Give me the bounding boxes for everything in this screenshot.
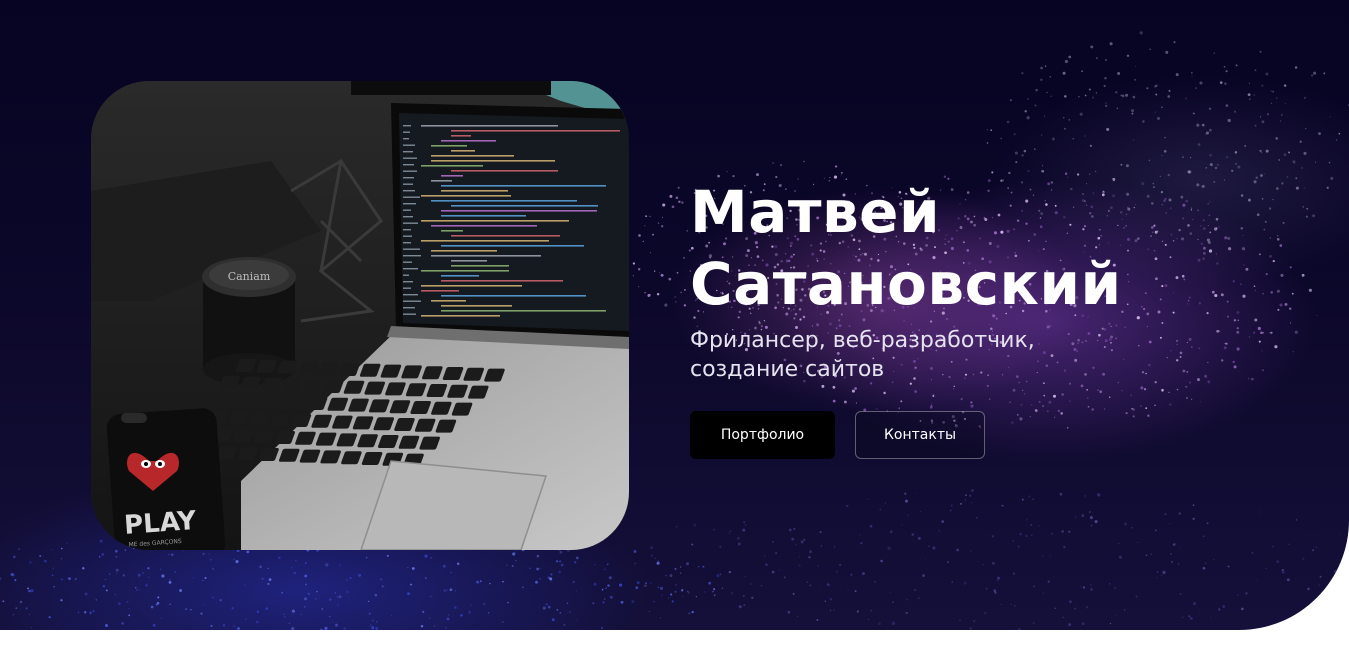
- name-line-last: Сатановский: [690, 250, 1122, 318]
- name-line-first: Матвей: [690, 178, 941, 246]
- hero-text: Матвей Сатановский Фрилансер, веб-разраб…: [690, 176, 1290, 384]
- hero-buttons: Портфолио Контакты: [690, 411, 985, 459]
- hero-section: Caniam PLAY ME des GARÇONS Матвей Сатано…: [0, 0, 1349, 630]
- hero-photo: Caniam PLAY ME des GARÇONS: [91, 81, 629, 550]
- portfolio-button[interactable]: Портфолио: [690, 411, 835, 459]
- hero-subtitle: Фрилансер, веб-разработчик, создание сай…: [690, 328, 1035, 382]
- lens-cap-text: Caniam: [228, 270, 271, 283]
- page-title: Матвей Сатановский: [690, 176, 1290, 320]
- phone-case-text: PLAY: [123, 506, 198, 541]
- contacts-button[interactable]: Контакты: [855, 411, 985, 459]
- phone: PLAY ME des GARÇONS: [106, 408, 226, 550]
